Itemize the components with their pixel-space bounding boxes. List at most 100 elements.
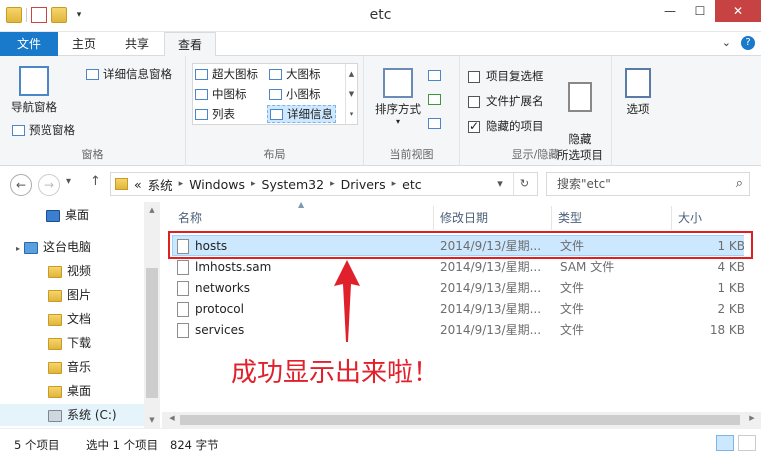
minimize-button[interactable]: — — [655, 0, 685, 22]
nav-pane-button[interactable]: 导航窗格 — [8, 66, 60, 115]
sort-icon — [383, 68, 413, 98]
nav-item-documents[interactable]: 文档 — [0, 308, 146, 330]
tab-share[interactable]: 共享 — [110, 32, 164, 56]
layout-item-label: 详细信息 — [287, 107, 333, 121]
folder-icon — [48, 265, 62, 278]
up-arrow-icon[interactable]: ↑ — [90, 174, 101, 189]
nav-item-music[interactable]: 音乐 — [0, 356, 146, 378]
nav-scroll-thumb[interactable] — [146, 268, 158, 398]
folder-icon — [48, 337, 62, 350]
add-columns-button[interactable] — [428, 92, 445, 106]
nav-item-label: 桌面 — [67, 384, 92, 398]
hidden-items-toggle[interactable]: 隐藏的项目 — [468, 118, 544, 134]
hide-selected-icon — [568, 82, 592, 112]
layout-gallery-scroller[interactable]: ▲ ▼ ▾ — [345, 64, 357, 124]
layout-list[interactable]: 列表 — [195, 106, 235, 122]
tab-file[interactable]: 文件 — [0, 32, 58, 56]
back-button[interactable]: ← — [10, 174, 32, 196]
layout-item-label: 中图标 — [212, 87, 247, 101]
address-dropdown-icon[interactable]: ▾ — [489, 173, 511, 195]
file-name: lmhosts.sam — [195, 260, 272, 274]
size-columns-button[interactable] — [428, 116, 445, 130]
group-by-button[interactable] — [428, 68, 445, 82]
address-path[interactable]: « 系统 ▸ Windows ▸ System32 ▸ Drivers ▸ et… — [110, 172, 538, 196]
close-button[interactable]: ✕ — [715, 0, 761, 22]
nav-item-system-drive[interactable]: 系统 (C:) — [0, 404, 146, 426]
chevron-down-icon[interactable]: ⌄ — [722, 36, 731, 50]
nav-item-downloads[interactable]: 下载 — [0, 332, 146, 354]
scroll-up-icon[interactable]: ▲ — [346, 64, 357, 84]
recent-locations-icon[interactable]: ▾ — [66, 176, 71, 187]
column-header-name[interactable]: 名称 — [172, 206, 434, 230]
nav-item-this-pc[interactable]: ▸ 这台电脑 — [0, 236, 146, 258]
breadcrumb-etc[interactable]: etc — [402, 177, 421, 192]
breadcrumb-system32[interactable]: System32 — [262, 177, 325, 192]
preview-pane-button[interactable]: 预览窗格 — [12, 122, 75, 138]
expand-icon[interactable]: ▸ — [16, 244, 20, 253]
large-icons-view-button[interactable] — [738, 435, 756, 451]
layout-large-icons[interactable]: 大图标 — [269, 66, 321, 82]
maximize-button[interactable]: ☐ — [685, 0, 715, 22]
nav-item-desktop-folder[interactable]: 桌面 — [0, 380, 146, 402]
layout-details[interactable]: 详细信息 — [267, 105, 336, 123]
sort-by-button[interactable]: 排序方式 ▾ — [372, 68, 424, 126]
desktop-icon — [46, 209, 60, 222]
layout-extra-large-icons[interactable]: 超大图标 — [195, 66, 258, 82]
column-header-modified[interactable]: 修改日期 — [434, 206, 552, 230]
file-name: protocol — [195, 302, 244, 316]
nav-item-desktop[interactable]: 桌面 — [0, 204, 146, 226]
layout-medium-icons[interactable]: 中图标 — [195, 86, 247, 102]
refresh-icon[interactable]: ↻ — [513, 173, 535, 195]
expand-gallery-icon[interactable]: ▾ — [346, 104, 357, 124]
preview-pane-icon — [12, 125, 25, 136]
scroll-right-icon[interactable]: ▶ — [744, 414, 760, 422]
search-icon[interactable]: ⌕ — [736, 173, 743, 195]
tab-view[interactable]: 查看 — [164, 32, 216, 57]
nav-scrollbar[interactable]: ▲ ▼ — [144, 202, 160, 428]
nav-item-pictures[interactable]: 图片 — [0, 284, 146, 306]
folder-icon — [48, 361, 62, 374]
layout-small-icons[interactable]: 小图标 — [269, 86, 321, 102]
help-icon[interactable]: ? — [741, 36, 755, 50]
scroll-down-icon[interactable]: ▼ — [144, 416, 160, 424]
scroll-left-icon[interactable]: ◀ — [164, 414, 180, 422]
ribbon: 导航窗格 预览窗格 详细信息窗格 窗格 布局 超大图标 大图标 中图标 小图标 … — [0, 56, 761, 166]
column-header-size[interactable]: 大小 — [672, 206, 748, 230]
file-list-horizontal-scrollbar[interactable]: ◀ ▶ — [162, 412, 761, 428]
breadcrumb-separator-icon[interactable]: ▸ — [251, 179, 256, 189]
computer-icon — [24, 241, 39, 254]
file-row-protocol[interactable]: protocol 2014/9/13/星期... 文件 2 KB — [172, 299, 746, 320]
checkbox[interactable] — [468, 70, 480, 83]
file-extensions-toggle[interactable]: 文件扩展名 — [468, 93, 544, 109]
breadcrumb-drivers[interactable]: Drivers — [341, 177, 386, 192]
checkbox[interactable] — [468, 95, 480, 108]
tab-home[interactable]: 主页 — [58, 32, 110, 56]
file-row-lmhosts[interactable]: lmhosts.sam 2014/9/13/星期... SAM 文件 4 KB — [172, 257, 746, 278]
file-row-services[interactable]: services 2014/9/13/星期... 文件 18 KB — [172, 320, 746, 341]
breadcrumb-separator-icon[interactable]: ▸ — [179, 179, 184, 189]
forward-button[interactable]: → — [38, 174, 60, 196]
breadcrumb-separator-icon[interactable]: ▸ — [330, 179, 335, 189]
group-by-icon — [428, 70, 441, 81]
annotation-arrow-icon — [334, 260, 360, 342]
details-view-button[interactable] — [716, 435, 734, 451]
scroll-down-icon[interactable]: ▼ — [346, 84, 357, 104]
nav-item-label: 系统 (C:) — [67, 408, 117, 422]
details-pane-button[interactable]: 详细信息窗格 — [86, 66, 172, 82]
breadcrumb-separator-icon[interactable]: ▸ — [392, 179, 397, 189]
file-type: 文件 — [560, 281, 585, 295]
breadcrumb-overflow[interactable]: « — [134, 177, 142, 192]
scroll-up-icon[interactable]: ▲ — [144, 206, 160, 214]
options-button[interactable]: 选项 — [620, 68, 656, 117]
item-checkboxes-toggle[interactable]: 项目复选框 — [468, 68, 544, 84]
file-row-networks[interactable]: networks 2014/9/13/星期... 文件 1 KB — [172, 278, 746, 299]
column-header-type[interactable]: 类型 — [552, 206, 672, 230]
extra-large-icons-icon — [195, 69, 208, 80]
breadcrumb-windows[interactable]: Windows — [189, 177, 245, 192]
horizontal-scroll-thumb[interactable] — [180, 415, 740, 425]
nav-item-videos[interactable]: 视频 — [0, 260, 146, 282]
checkbox[interactable] — [468, 119, 480, 133]
search-input[interactable]: 搜索"etc" ⌕ — [546, 172, 750, 196]
breadcrumb-system[interactable]: 系统 — [148, 175, 173, 194]
ribbon-tab-bar: 文件 主页 共享 查看 ⌄ ? — [0, 32, 761, 57]
